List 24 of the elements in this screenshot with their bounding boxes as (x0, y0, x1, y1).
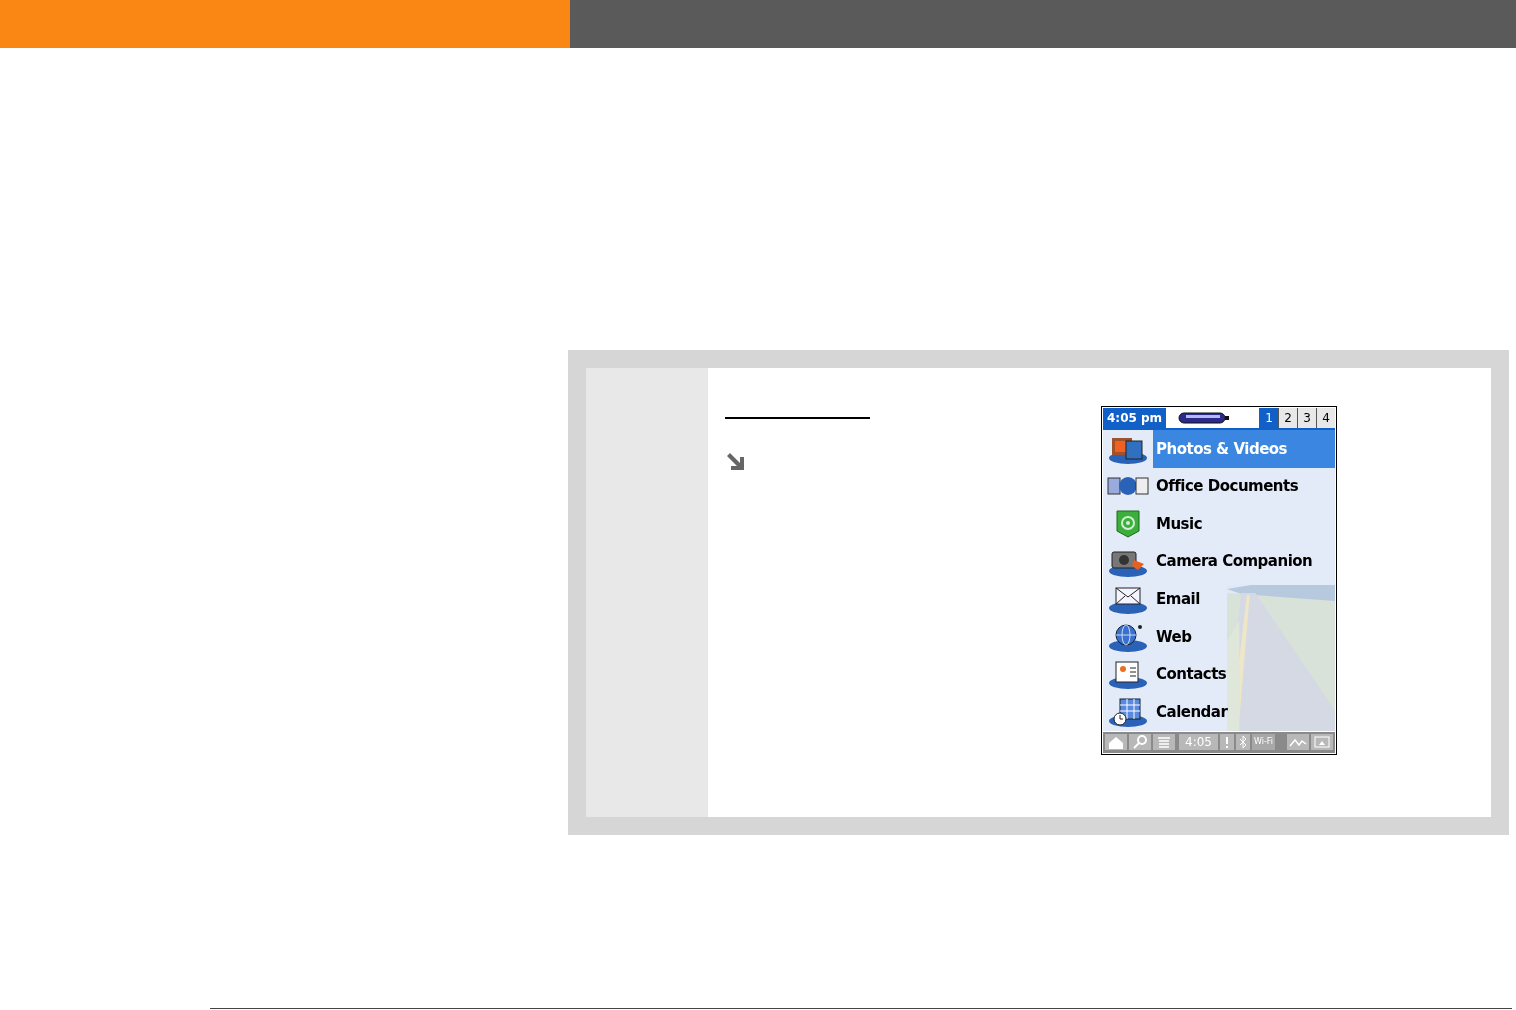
app-list-item[interactable]: Photos & Videos (1153, 430, 1335, 468)
arrow-icon (725, 451, 747, 473)
category-tab[interactable]: 3 (1297, 408, 1316, 428)
address-card-icon (1106, 658, 1150, 691)
alert-icon[interactable] (1219, 734, 1234, 751)
app-list-item[interactable]: Office Documents (1153, 467, 1299, 506)
battery-icon (1178, 412, 1231, 424)
app-list-item[interactable]: Music (1153, 505, 1203, 543)
search-icon[interactable] (1129, 734, 1151, 751)
category-tab[interactable]: 1 (1259, 408, 1278, 428)
menu-icon[interactable] (1153, 734, 1175, 751)
category-tab[interactable]: 2 (1278, 408, 1297, 428)
category-tab[interactable]: 4 (1316, 408, 1335, 428)
screen-icon[interactable] (1311, 734, 1333, 751)
app-list-item[interactable]: Web (1153, 617, 1192, 656)
graffiti-icon[interactable] (1287, 734, 1309, 751)
app-list-item[interactable]: Contacts (1153, 655, 1227, 694)
bluetooth-icon[interactable] (1235, 734, 1250, 751)
app-list-item[interactable]: Email (1153, 580, 1200, 618)
app-list-item[interactable]: Camera Companion (1153, 542, 1313, 581)
status-time: 4:05 pm (1103, 408, 1167, 428)
app-list-item[interactable]: Calendar (1153, 693, 1228, 731)
calendar-clock-icon (1106, 695, 1150, 728)
home-icon[interactable] (1105, 734, 1127, 751)
